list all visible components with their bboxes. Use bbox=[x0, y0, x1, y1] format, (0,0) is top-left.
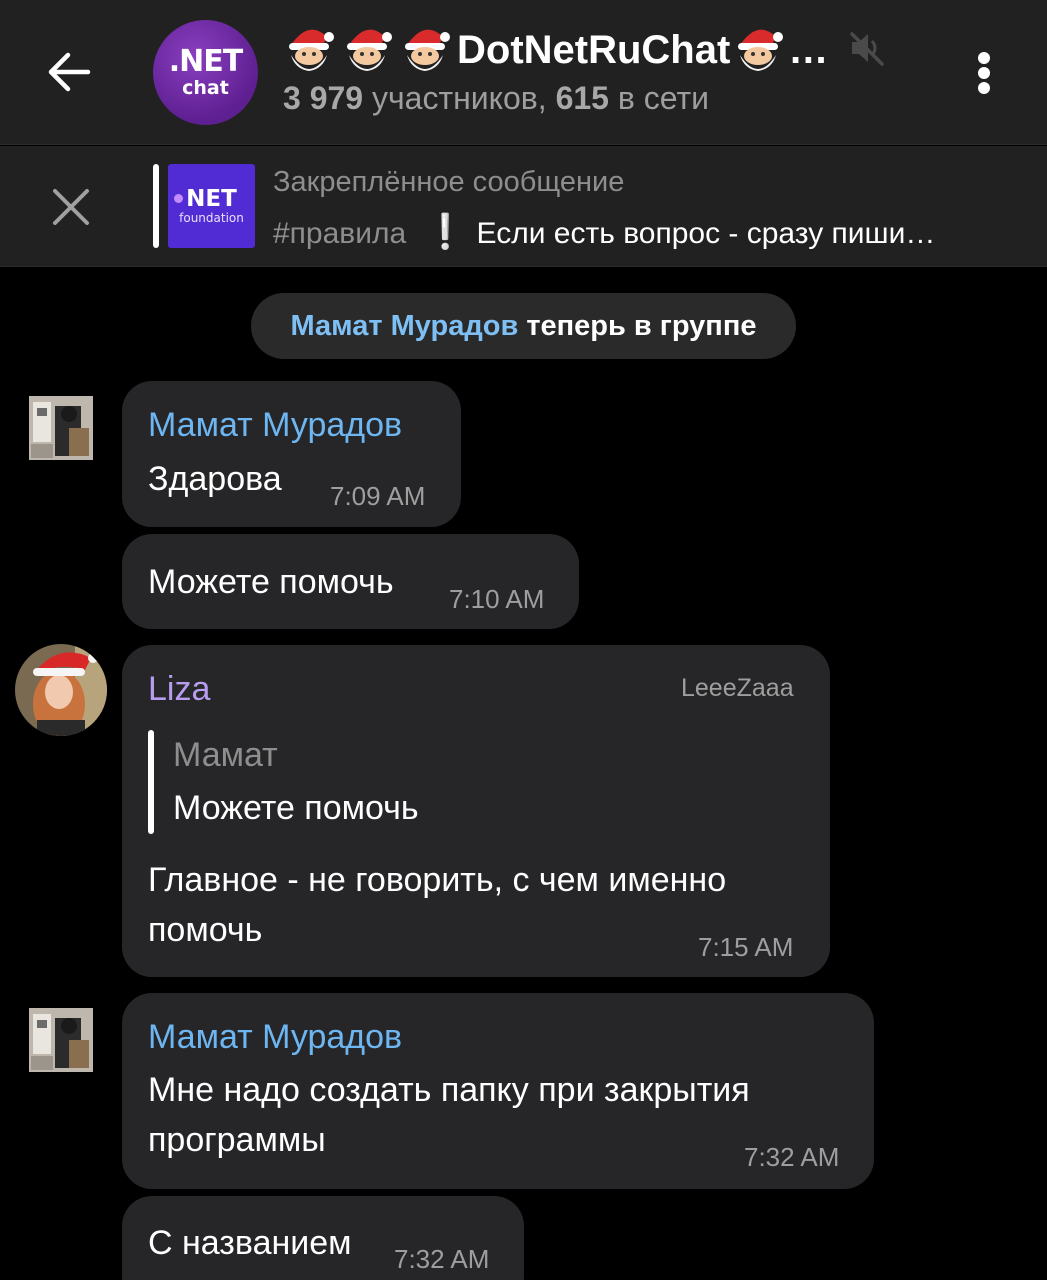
message-time: 7:10 AM bbox=[449, 584, 545, 614]
message-time: 7:32 AM bbox=[744, 1142, 840, 1172]
message-text: Мне надо создать папку при закрытия bbox=[148, 1071, 750, 1109]
chat-screen: .NET chat DotNetRuChat … 3 979 участнико… bbox=[0, 0, 1047, 1280]
message-text: Можете помочь bbox=[148, 563, 394, 601]
title-ellipsis: … bbox=[788, 27, 829, 72]
chat-subtitle: 3 979 участников, 615 в сети bbox=[283, 80, 709, 117]
service-message: Мамат Мурадов теперь в группе bbox=[251, 293, 796, 359]
reply-text[interactable]: Можете помочь bbox=[173, 789, 419, 828]
message-time: 7:09 AM bbox=[330, 481, 426, 511]
pinned-thumb-line1: NET bbox=[186, 186, 237, 212]
thumbnail-dot bbox=[174, 194, 183, 203]
pinned-text: Если есть вопрос - сразу пиши… bbox=[476, 217, 936, 250]
member-label: участников, bbox=[371, 80, 547, 116]
santa-emoji-icon bbox=[732, 25, 784, 75]
online-count: 615 bbox=[555, 80, 609, 116]
message-text: помочь bbox=[148, 911, 263, 949]
pinned-thumb-line2: foundation bbox=[179, 211, 244, 225]
message-sender[interactable]: Мамат Мурадов bbox=[148, 1018, 402, 1057]
message-text: Главное - не говорить, с чем именно bbox=[148, 861, 727, 899]
pinned-tag: #правила bbox=[273, 217, 407, 250]
chat-avatar-line1: .NET bbox=[168, 44, 243, 79]
avatar[interactable] bbox=[15, 644, 107, 736]
member-count: 3 979 bbox=[283, 80, 364, 116]
more-vertical-icon[interactable] bbox=[960, 48, 1010, 98]
pinned-thumbnail: NET foundation bbox=[168, 164, 255, 248]
pinned-title: Закреплённое сообщение bbox=[273, 166, 625, 198]
message-text: Здарова bbox=[148, 460, 282, 498]
chat-avatar[interactable]: .NET chat bbox=[153, 20, 258, 125]
santa-emoji-icon bbox=[399, 25, 451, 75]
muted-speaker-icon bbox=[848, 30, 886, 66]
close-icon[interactable] bbox=[48, 184, 94, 230]
reply-indicator-bar bbox=[148, 730, 154, 834]
service-message-text: теперь в группе bbox=[526, 309, 757, 342]
santa-emoji-icon bbox=[341, 25, 393, 75]
chat-title[interactable]: DotNetRuChat … bbox=[283, 22, 828, 78]
avatar[interactable] bbox=[29, 396, 93, 460]
avatar[interactable] bbox=[29, 1008, 93, 1072]
service-message-name[interactable]: Мамат Мурадов bbox=[291, 310, 519, 343]
sender-rank: LeeeZaaa bbox=[681, 674, 794, 702]
santa-emoji-icon bbox=[283, 25, 335, 75]
chat-title-text: DotNetRuChat bbox=[457, 27, 731, 72]
chat-avatar-line2: chat bbox=[182, 77, 229, 99]
exclamation-icon: ❕ bbox=[424, 213, 467, 251]
back-arrow-icon[interactable] bbox=[40, 42, 100, 102]
message-time: 7:32 AM bbox=[394, 1244, 490, 1274]
reply-sender[interactable]: Мамат bbox=[173, 736, 278, 775]
message-text: программы bbox=[148, 1121, 326, 1159]
message-sender[interactable]: Мамат Мурадов bbox=[148, 406, 402, 445]
message-sender[interactable]: Liza bbox=[148, 670, 210, 709]
pinned-preview: #правила ❕ Если есть вопрос - сразу пиши… bbox=[273, 212, 935, 252]
chat-header: .NET chat DotNetRuChat … 3 979 участнико… bbox=[0, 0, 1047, 145]
message-text: С названием bbox=[148, 1224, 352, 1262]
message-time: 7:15 AM bbox=[698, 932, 794, 962]
online-label: в сети bbox=[617, 80, 710, 116]
pinned-indicator-bar bbox=[153, 164, 159, 248]
